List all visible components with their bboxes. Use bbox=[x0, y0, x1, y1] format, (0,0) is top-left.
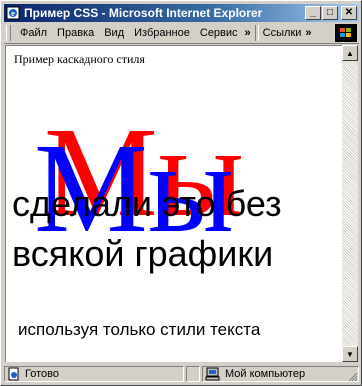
status-progress-pane bbox=[186, 366, 200, 382]
links-toolbar-label[interactable]: Ссылки bbox=[261, 27, 304, 39]
minimize-button[interactable]: _ bbox=[305, 6, 321, 20]
toolbar-separator bbox=[254, 25, 259, 41]
maximize-button[interactable]: □ bbox=[322, 6, 338, 20]
vertical-scrollbar[interactable]: ▲ ▼ bbox=[342, 45, 358, 362]
footer-text: используя только стили текста bbox=[18, 320, 261, 339]
menu-item-tools[interactable]: Сервис bbox=[195, 27, 243, 39]
my-computer-icon bbox=[205, 367, 221, 381]
svg-text:e: e bbox=[11, 9, 15, 18]
toolbar-grip[interactable] bbox=[6, 25, 11, 41]
menu-item-file[interactable]: Файл bbox=[15, 27, 52, 39]
menu-item-view[interactable]: Вид bbox=[99, 27, 129, 39]
page-content: Пример каскадного стиля Мы Мы сделали эт… bbox=[5, 45, 343, 362]
menu-item-edit[interactable]: Правка bbox=[52, 27, 99, 39]
status-text: Готово bbox=[25, 368, 59, 380]
status-zone-pane: Мой компьютер bbox=[202, 366, 359, 382]
page-done-icon bbox=[7, 367, 21, 381]
overlay-text-line-1: сделали это без bbox=[12, 183, 282, 224]
browser-window: e Пример CSS - Microsoft Internet Explor… bbox=[0, 0, 362, 386]
windows-logo-icon bbox=[335, 24, 357, 42]
title-bar[interactable]: e Пример CSS - Microsoft Internet Explor… bbox=[4, 4, 359, 22]
resize-grip-icon[interactable] bbox=[346, 370, 358, 382]
scroll-down-button[interactable]: ▼ bbox=[342, 346, 358, 362]
status-bar: Готово Мой компьютер bbox=[4, 365, 359, 383]
page-heading: Пример каскадного стиля bbox=[14, 52, 145, 66]
scroll-up-button[interactable]: ▲ bbox=[342, 45, 358, 61]
window-title: Пример CSS - Microsoft Internet Explorer bbox=[24, 6, 263, 20]
zone-text: Мой компьютер bbox=[225, 368, 306, 380]
close-button[interactable]: ✕ bbox=[341, 6, 357, 20]
menu-overflow-chevron[interactable]: » bbox=[243, 27, 253, 39]
overlay-text-line-2: всякой графики bbox=[12, 233, 274, 274]
menu-bar: Файл Правка Вид Избранное Сервис » Ссылк… bbox=[4, 23, 359, 44]
menu-item-favorites[interactable]: Избранное bbox=[129, 27, 195, 39]
ie-page-icon: e bbox=[6, 6, 20, 20]
links-overflow-chevron[interactable]: » bbox=[303, 27, 313, 39]
status-left-pane: Готово bbox=[4, 366, 184, 382]
